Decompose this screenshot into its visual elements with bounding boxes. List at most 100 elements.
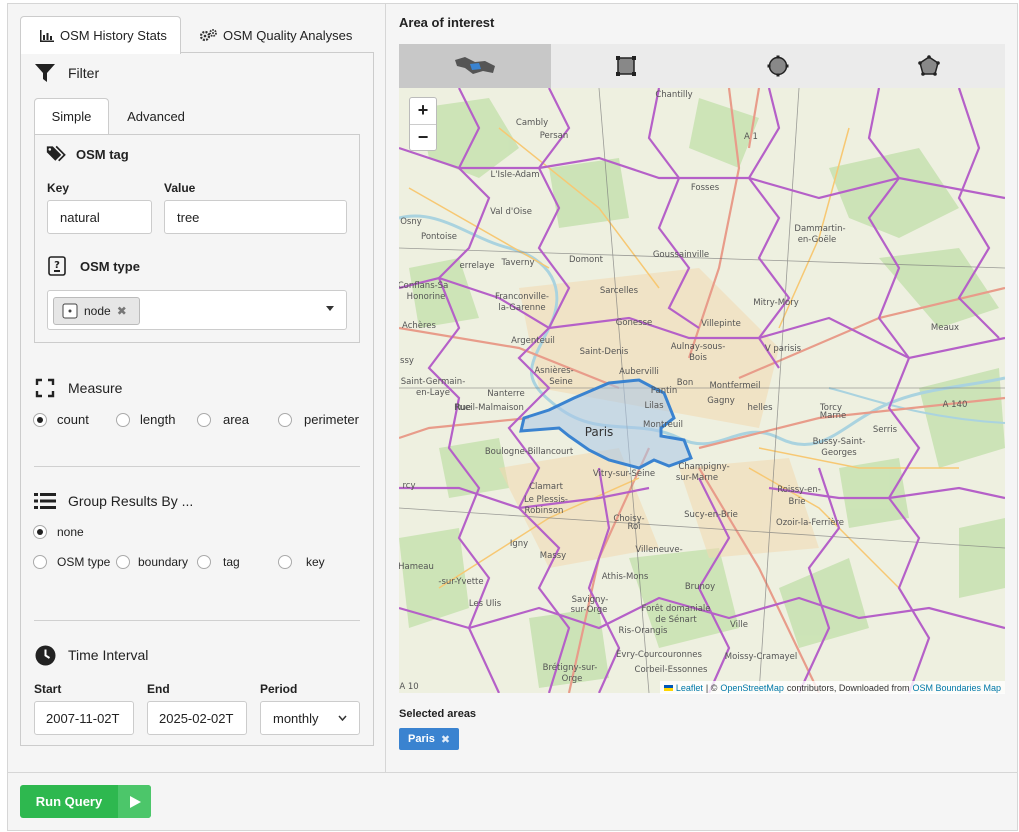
- svg-text:Montfermeil: Montfermeil: [709, 381, 760, 391]
- tab-osm-quality-analyses[interactable]: OSM Quality Analyses: [186, 16, 361, 54]
- svg-text:Conflans-Sa: Conflans-Sa: [399, 281, 448, 291]
- map-attribution: Leaflet | © OpenStreetMap contributors, …: [659, 681, 1005, 694]
- subtab-simple[interactable]: Simple: [34, 98, 109, 134]
- svg-text:Vitry-sur-Seine: Vitry-sur-Seine: [593, 469, 655, 479]
- expand-icon: [34, 377, 56, 399]
- svg-text:ssy: ssy: [400, 356, 414, 366]
- svg-text:Osny: Osny: [400, 217, 422, 227]
- boundary-select-tool[interactable]: [399, 44, 551, 88]
- subtab-advanced[interactable]: Advanced: [114, 98, 198, 134]
- svg-text:Robinson: Robinson: [525, 506, 564, 516]
- start-date-input[interactable]: 2007-11-02T: [34, 701, 134, 735]
- pane-divider: [385, 3, 386, 772]
- draw-toolbar: [399, 44, 1005, 88]
- footer-divider: [7, 772, 1018, 773]
- end-date-input[interactable]: 2025-02-02T: [147, 701, 247, 735]
- zoom-in-button[interactable]: +: [410, 98, 436, 125]
- svg-text:Villepinte: Villepinte: [701, 319, 741, 329]
- svg-text:Nanterre: Nanterre: [487, 389, 524, 399]
- list-icon: [34, 490, 56, 512]
- svg-text:Val d'Oise: Val d'Oise: [490, 207, 532, 217]
- svg-text:Seine: Seine: [549, 377, 573, 387]
- group-none-radio[interactable]: none: [33, 525, 84, 539]
- svg-text:Le Plessis-: Le Plessis-: [524, 495, 568, 505]
- group-tag-radio[interactable]: tag: [197, 555, 240, 569]
- radio-dot: [33, 555, 47, 569]
- osm-link[interactable]: OpenStreetMap: [720, 683, 784, 693]
- svg-text:Ville: Ville: [730, 620, 748, 630]
- svg-text:Chantilly: Chantilly: [655, 90, 692, 100]
- bar-chart-icon: [40, 29, 54, 42]
- clock-icon: [34, 644, 56, 666]
- period-select[interactable]: monthly: [260, 701, 360, 735]
- group-osm-type-radio[interactable]: OSM type: [33, 555, 110, 569]
- svg-text:L'Isle-Adam: L'Isle-Adam: [490, 170, 539, 180]
- leaflet-link[interactable]: Leaflet: [676, 683, 703, 693]
- svg-text:Dammartin-: Dammartin-: [794, 224, 845, 234]
- run-query-button[interactable]: Run Query: [20, 785, 151, 818]
- svg-text:Orge: Orge: [562, 674, 583, 684]
- svg-text:sur-Orge: sur-Orge: [571, 605, 608, 615]
- radio-dot: [278, 555, 292, 569]
- svg-text:Clamart: Clamart: [529, 482, 563, 492]
- period-label: Period: [260, 682, 298, 696]
- selected-areas-label: Selected areas: [399, 708, 477, 720]
- filter-heading: Filter: [34, 62, 99, 84]
- aoi-title: Area of interest: [399, 15, 495, 30]
- measure-area-radio[interactable]: area: [197, 412, 249, 427]
- svg-text:Moissy-Cramayel: Moissy-Cramayel: [725, 652, 797, 662]
- measure-length-radio[interactable]: length: [116, 412, 175, 427]
- tab-label: OSM History Stats: [60, 28, 167, 43]
- svg-text:Igny: Igny: [510, 539, 528, 549]
- rectangle-tool[interactable]: [551, 44, 703, 88]
- radio-dot: [116, 555, 130, 569]
- svg-text:Persan: Persan: [540, 131, 569, 141]
- question-tag-icon: ?: [48, 255, 66, 277]
- remove-chip-icon[interactable]: ✖: [117, 304, 127, 318]
- svg-text:?: ?: [54, 260, 60, 271]
- osm-type-heading: ? OSM type: [48, 255, 140, 277]
- svg-text:Boulogne-Billancourt: Boulogne-Billancourt: [485, 447, 574, 457]
- polygon-tool[interactable]: [854, 44, 1006, 88]
- measure-perimeter-radio[interactable]: perimeter: [278, 412, 359, 427]
- svg-text:Georges: Georges: [821, 448, 857, 458]
- tab-label: OSM Quality Analyses: [223, 27, 353, 43]
- svg-text:Gagny: Gagny: [707, 396, 735, 406]
- svg-text:Aubervilli: Aubervilli: [619, 367, 659, 377]
- svg-text:Brie: Brie: [789, 497, 806, 507]
- tags-icon: [46, 143, 68, 165]
- svg-text:Sarcelles: Sarcelles: [600, 286, 639, 296]
- svg-text:Sucy-en-Brie: Sucy-en-Brie: [684, 510, 738, 520]
- play-icon: [118, 785, 151, 818]
- selected-area-tag[interactable]: Paris ✖: [399, 728, 460, 750]
- zoom-control: + −: [409, 97, 437, 151]
- measure-heading: Measure: [34, 377, 122, 399]
- svg-text:Fosses: Fosses: [691, 183, 720, 193]
- group-boundary-radio[interactable]: boundary: [116, 555, 188, 569]
- svg-text:Mitry-Mory: Mitry-Mory: [753, 298, 799, 308]
- value-label: Value: [164, 181, 196, 195]
- svg-text:Asnières-: Asnières-: [534, 365, 573, 376]
- osm-type-chip[interactable]: node ✖: [53, 297, 140, 325]
- key-input[interactable]: natural: [47, 200, 152, 234]
- remove-area-icon[interactable]: ✖: [441, 733, 450, 746]
- zoom-out-button[interactable]: −: [410, 125, 436, 151]
- group-key-radio[interactable]: key: [278, 555, 325, 569]
- divider: [34, 466, 360, 467]
- osm-tag-heading: OSM tag: [46, 143, 129, 165]
- osm-boundaries-link[interactable]: OSM Boundaries Map: [912, 683, 1001, 693]
- measure-count-radio[interactable]: count: [33, 412, 89, 427]
- value-input[interactable]: tree: [164, 200, 347, 234]
- radio-dot: [278, 412, 292, 427]
- tab-osm-history-stats[interactable]: OSM History Stats: [20, 16, 181, 54]
- group-by-heading: Group Results By ...: [34, 490, 193, 512]
- divider: [34, 620, 360, 621]
- svg-text:Paris: Paris: [585, 425, 614, 439]
- radio-dot: [197, 555, 211, 569]
- svg-text:Taverny: Taverny: [500, 258, 534, 268]
- chevron-down-icon: [338, 715, 347, 721]
- chevron-down-icon[interactable]: [326, 306, 334, 311]
- svg-text:Ozoir-la-Ferrière: Ozoir-la-Ferrière: [776, 517, 844, 528]
- circle-tool[interactable]: [702, 44, 854, 88]
- map-view[interactable]: Chantilly Cambly Persan L'Isle-Adam Foss…: [399, 88, 1005, 693]
